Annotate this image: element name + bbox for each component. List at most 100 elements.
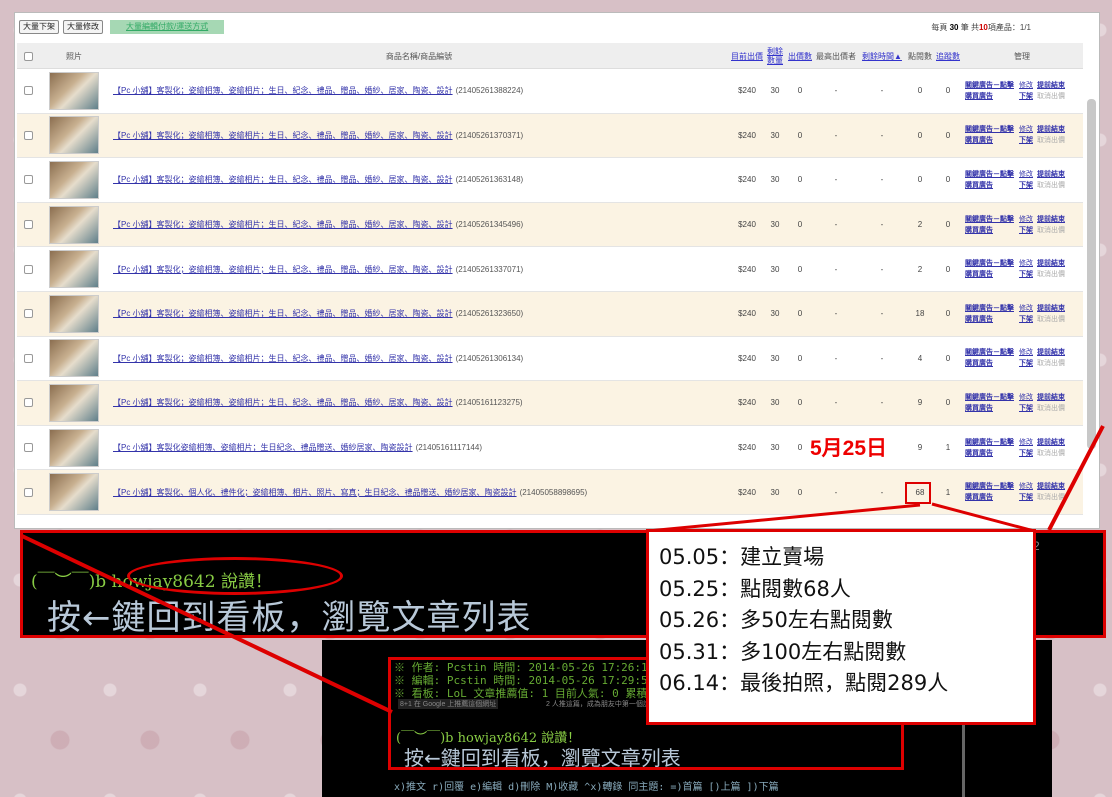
end-early-link[interactable]: 提前結束 bbox=[1037, 347, 1065, 358]
end-early-link[interactable]: 提前結束 bbox=[1037, 80, 1065, 91]
end-early-link[interactable]: 提前結束 bbox=[1037, 392, 1065, 403]
take-down-link[interactable]: 下架 bbox=[1019, 314, 1033, 325]
take-down-link[interactable]: 下架 bbox=[1019, 269, 1033, 280]
scrollbar[interactable] bbox=[1087, 99, 1096, 449]
buy-ad-link[interactable]: 購買廣告 bbox=[965, 225, 1014, 236]
edit-link[interactable]: 修改 bbox=[1019, 347, 1033, 358]
buy-ad-link[interactable]: 購買廣告 bbox=[965, 269, 1014, 280]
bulk-edit-button[interactable]: 大量修改 bbox=[63, 20, 103, 34]
product-title-link[interactable]: 【Pc 小舖】客製化；姿繪相簿、姿繪相片；生日、紀念、禮品、贈品、婚紗、居家、陶… bbox=[113, 174, 453, 185]
product-thumbnail[interactable] bbox=[49, 71, 99, 110]
product-title-link[interactable]: 【Pc 小舖】客製化；姿繪相簿、姿繪相片；生日、紀念、禮品、贈品、婚紗、居家、陶… bbox=[113, 264, 453, 275]
ad-click-link[interactable]: 關鍵廣告－點擊 bbox=[965, 80, 1014, 91]
edit-link[interactable]: 修改 bbox=[1019, 303, 1033, 314]
end-early-link[interactable]: 提前結束 bbox=[1037, 481, 1065, 492]
row-select-cell[interactable] bbox=[17, 426, 39, 470]
row-select-cell[interactable] bbox=[17, 381, 39, 425]
buy-ad-link[interactable]: 購買廣告 bbox=[965, 448, 1014, 459]
take-down-link[interactable]: 下架 bbox=[1019, 492, 1033, 503]
buy-ad-link[interactable]: 購買廣告 bbox=[965, 91, 1014, 102]
edit-link[interactable]: 修改 bbox=[1019, 169, 1033, 180]
product-title-link[interactable]: 【Pc 小舖】客製化；姿繪相簿、姿繪相片；生日、紀念、禮品、贈品、婚紗、居家、陶… bbox=[113, 308, 453, 319]
row-checkbox[interactable] bbox=[23, 130, 33, 140]
product-thumbnail[interactable] bbox=[49, 383, 99, 422]
end-early-link[interactable]: 提前結束 bbox=[1037, 169, 1065, 180]
product-thumbnail[interactable] bbox=[49, 160, 99, 199]
row-checkbox[interactable] bbox=[23, 175, 33, 185]
ad-click-link[interactable]: 關鍵廣告－點擊 bbox=[965, 258, 1014, 269]
row-select-cell[interactable] bbox=[17, 114, 39, 158]
edit-link[interactable]: 修改 bbox=[1019, 214, 1033, 225]
product-thumbnail[interactable] bbox=[49, 473, 99, 512]
product-title-link[interactable]: 【Pc 小舖】客製化；姿繪相簿、姿繪相片；生日、紀念、禮品、贈品、婚紗、居家、陶… bbox=[113, 397, 453, 408]
row-checkbox[interactable] bbox=[23, 443, 33, 453]
row-checkbox[interactable] bbox=[23, 264, 33, 274]
end-early-link[interactable]: 提前結束 bbox=[1037, 214, 1065, 225]
end-early-link[interactable]: 提前結束 bbox=[1037, 303, 1065, 314]
row-select-cell[interactable] bbox=[17, 247, 39, 291]
product-thumbnail[interactable] bbox=[49, 250, 99, 289]
product-thumbnail[interactable] bbox=[49, 116, 99, 155]
ad-click-link[interactable]: 關鍵廣告－點擊 bbox=[965, 169, 1014, 180]
row-checkbox[interactable] bbox=[23, 86, 33, 96]
ad-click-link[interactable]: 關鍵廣告－點擊 bbox=[965, 347, 1014, 358]
take-down-link[interactable]: 下架 bbox=[1019, 135, 1033, 146]
col-price[interactable]: 目前出價 bbox=[729, 43, 765, 69]
ad-click-link[interactable]: 關鍵廣告－點擊 bbox=[965, 214, 1014, 225]
row-checkbox[interactable] bbox=[23, 487, 33, 497]
select-all-cell[interactable] bbox=[17, 43, 39, 69]
row-select-cell[interactable] bbox=[17, 337, 39, 381]
buy-ad-link[interactable]: 購買廣告 bbox=[965, 403, 1014, 414]
ad-click-link[interactable]: 關鍵廣告－點擊 bbox=[965, 124, 1014, 135]
end-early-link[interactable]: 提前結束 bbox=[1037, 437, 1065, 448]
product-title-link[interactable]: 【Pc 小舖】客製化；姿繪相簿、姿繪相片；生日、紀念、禮品、贈品、婚紗、居家、陶… bbox=[113, 219, 453, 230]
row-checkbox[interactable] bbox=[23, 220, 33, 230]
col-watch[interactable]: 追蹤數 bbox=[935, 43, 961, 69]
ad-click-link[interactable]: 關鍵廣告－點擊 bbox=[965, 481, 1014, 492]
ad-click-link[interactable]: 關鍵廣告－點擊 bbox=[965, 437, 1014, 448]
product-title-link[interactable]: 【Pc 小舖】客製化；姿繪相簿、姿繪相片；生日、紀念、禮品、贈品、婚紗、居家、陶… bbox=[113, 353, 453, 364]
row-checkbox[interactable] bbox=[23, 353, 33, 363]
bulk-down-button[interactable]: 大量下架 bbox=[19, 20, 59, 34]
edit-link[interactable]: 修改 bbox=[1019, 392, 1033, 403]
product-title-link[interactable]: 【Pc 小舖】客製化姿繪相簿、姿繪相片；生日紀念、禮品贈送、婚紗居家、陶瓷設計 bbox=[113, 442, 413, 453]
take-down-link[interactable]: 下架 bbox=[1019, 225, 1033, 236]
select-all-checkbox[interactable] bbox=[23, 51, 33, 61]
product-thumbnail[interactable] bbox=[49, 294, 99, 333]
take-down-link[interactable]: 下架 bbox=[1019, 448, 1033, 459]
row-select-cell[interactable] bbox=[17, 470, 39, 514]
col-qty[interactable]: 剩餘數量 bbox=[765, 43, 785, 69]
edit-link[interactable]: 修改 bbox=[1019, 258, 1033, 269]
buy-ad-link[interactable]: 購買廣告 bbox=[965, 135, 1014, 146]
ad-click-link[interactable]: 關鍵廣告－點擊 bbox=[965, 392, 1014, 403]
col-bids[interactable]: 出價數 bbox=[787, 43, 813, 69]
buy-ad-link[interactable]: 購買廣告 bbox=[965, 180, 1014, 191]
row-select-cell[interactable] bbox=[17, 69, 39, 113]
product-thumbnail[interactable] bbox=[49, 205, 99, 244]
take-down-link[interactable]: 下架 bbox=[1019, 358, 1033, 369]
edit-link[interactable]: 修改 bbox=[1019, 437, 1033, 448]
take-down-link[interactable]: 下架 bbox=[1019, 91, 1033, 102]
product-title-link[interactable]: 【Pc 小舖】客製化、個人化、禮件化；姿繪相簿、相片、照片、寫真；生日紀念、禮品… bbox=[113, 487, 517, 498]
row-checkbox[interactable] bbox=[23, 309, 33, 319]
buy-ad-link[interactable]: 購買廣告 bbox=[965, 492, 1014, 503]
row-select-cell[interactable] bbox=[17, 158, 39, 202]
row-select-cell[interactable] bbox=[17, 203, 39, 247]
ad-click-link[interactable]: 關鍵廣告－點擊 bbox=[965, 303, 1014, 314]
bulk-payment-button[interactable]: 大量編輯付款/運送方式 bbox=[110, 20, 225, 34]
take-down-link[interactable]: 下架 bbox=[1019, 180, 1033, 191]
edit-link[interactable]: 修改 bbox=[1019, 80, 1033, 91]
take-down-link[interactable]: 下架 bbox=[1019, 403, 1033, 414]
product-thumbnail[interactable] bbox=[49, 428, 99, 467]
edit-link[interactable]: 修改 bbox=[1019, 124, 1033, 135]
product-title-link[interactable]: 【Pc 小舖】客製化；姿繪相簿、姿繪相片；生日、紀念、禮品、贈品、婚紗、居家、陶… bbox=[113, 130, 453, 141]
buy-ad-link[interactable]: 購買廣告 bbox=[965, 358, 1014, 369]
edit-link[interactable]: 修改 bbox=[1019, 481, 1033, 492]
end-early-link[interactable]: 提前結束 bbox=[1037, 124, 1065, 135]
buy-ad-link[interactable]: 購買廣告 bbox=[965, 314, 1014, 325]
row-select-cell[interactable] bbox=[17, 292, 39, 336]
product-thumbnail[interactable] bbox=[49, 339, 99, 378]
row-checkbox[interactable] bbox=[23, 398, 33, 408]
end-early-link[interactable]: 提前結束 bbox=[1037, 258, 1065, 269]
product-title-link[interactable]: 【Pc 小舖】客製化；姿繪相簿、姿繪相片；生日、紀念、禮品、贈品、婚紗、居家、陶… bbox=[113, 85, 453, 96]
